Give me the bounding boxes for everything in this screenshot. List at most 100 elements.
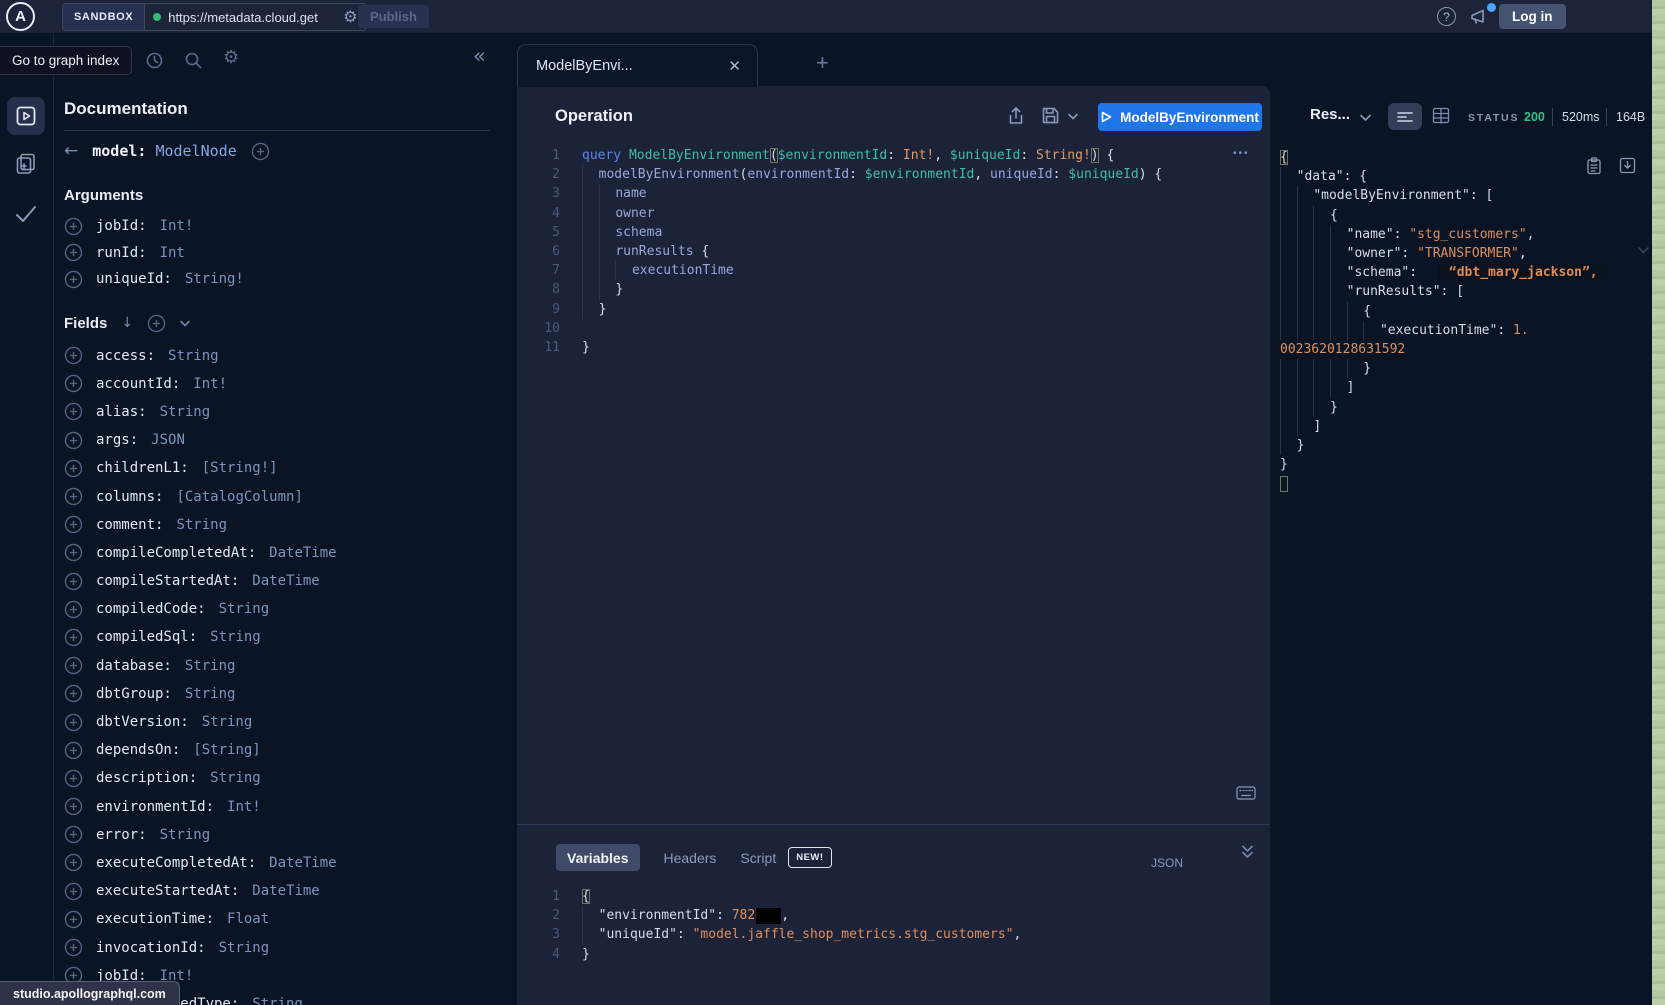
add-field-icon[interactable] [64,825,83,844]
connection-settings-gear-icon[interactable]: ⚙ [343,9,357,25]
field-row[interactable]: dbtVersion: String [64,708,505,736]
field-type[interactable]: String [219,601,270,617]
settings-gear-icon[interactable]: ⚙ [223,49,239,67]
field-type[interactable]: String [252,996,303,1005]
field-row[interactable]: dependsOn: [String] [64,736,505,764]
history-icon[interactable] [145,51,164,70]
help-icon[interactable]: ? [1437,7,1456,26]
add-field-icon[interactable] [64,882,83,901]
field-type[interactable]: Float [227,911,269,927]
argument-row[interactable]: uniqueId: String! [64,266,505,293]
field-row[interactable]: access: String [64,342,505,370]
add-field-icon[interactable] [64,346,83,365]
schema-rail-button[interactable] [13,151,39,177]
collapse-panel-icon[interactable]: « [473,44,486,68]
keyboard-shortcuts-icon[interactable] [1236,786,1256,800]
add-field-icon[interactable] [64,487,83,506]
field-row[interactable]: compileCompletedAt: DateTime [64,539,505,567]
field-type[interactable]: DateTime [269,855,336,871]
field-type[interactable]: String [185,658,236,674]
add-field-icon[interactable] [64,741,83,760]
login-button[interactable]: Log in [1499,4,1566,29]
field-row[interactable]: accountId: Int! [64,370,505,398]
new-tab-icon[interactable]: + [816,50,829,76]
field-row[interactable]: environmentId: Int! [64,793,505,821]
field-type[interactable]: DateTime [252,573,319,589]
explorer-rail-button[interactable] [7,97,45,135]
add-field-icon[interactable] [64,910,83,929]
field-row[interactable]: error: String [64,821,505,849]
add-field-icon[interactable] [64,797,83,816]
add-field-icon[interactable] [64,656,83,675]
tab-headers[interactable]: Headers [664,850,717,866]
field-row[interactable]: database: String [64,652,505,680]
field-row[interactable]: compileStartedAt: DateTime [64,567,505,595]
add-field-icon[interactable] [64,402,83,421]
add-field-icon[interactable] [64,572,83,591]
type-link[interactable]: ModelNode [155,142,236,160]
add-field-icon[interactable] [64,628,83,647]
field-type[interactable]: String! [185,271,244,287]
publish-button[interactable]: Publish [358,5,429,28]
field-row[interactable]: args: JSON [64,426,505,454]
field-type[interactable]: String [160,404,211,420]
tab-script[interactable]: Script [740,850,776,866]
field-row[interactable]: invocationId: String [64,933,505,961]
apollo-logo[interactable]: A [6,2,35,31]
variables-editor[interactable]: 1{2"environmentId": 782,3"uniqueId": "mo… [517,887,1270,964]
field-type[interactable]: Int! [227,799,261,815]
save-icon[interactable] [1041,106,1060,125]
close-tab-icon[interactable]: ✕ [728,57,757,75]
collapse-bottom-panel-icon[interactable] [1241,845,1254,859]
field-row[interactable]: description: String [64,764,505,792]
field-type[interactable]: String [202,714,253,730]
add-field-icon[interactable] [64,431,83,450]
field-row[interactable]: columns: [CatalogColumn] [64,482,505,510]
operation-tab[interactable]: ModelByEnvi... ✕ [517,44,758,87]
response-chevron-icon[interactable] [1360,114,1371,122]
field-type[interactable]: Int [160,245,185,261]
field-type[interactable]: JSON [151,432,185,448]
field-row[interactable]: childrenL1: [String!] [64,454,505,482]
field-type[interactable]: [String] [193,742,260,758]
endpoint-url-input[interactable]: https://metadata.cloud.get [168,10,336,25]
chevron-down-icon[interactable] [180,320,190,327]
field-type[interactable]: Int! [160,218,194,234]
add-field-icon[interactable] [64,217,83,236]
add-field-icon[interactable] [64,459,83,478]
argument-row[interactable]: jobId: Int! [64,213,505,240]
field-type[interactable]: String [176,517,227,533]
field-row[interactable]: executionTime: Float [64,905,505,933]
tree-view-toggle[interactable] [1388,103,1422,130]
field-type[interactable]: String [210,770,261,786]
add-all-fields-icon[interactable] [251,142,270,161]
share-icon[interactable] [1006,106,1026,126]
field-row[interactable]: executeStartedAt: DateTime [64,877,505,905]
field-type[interactable]: String [219,940,270,956]
field-type[interactable]: String [185,686,236,702]
response-json-viewer[interactable]: {"data": {"modelByEnvironment": [{"name"… [1280,148,1650,493]
add-field-icon[interactable] [64,938,83,957]
field-type[interactable]: DateTime [269,545,336,561]
add-field-icon[interactable] [64,243,83,262]
add-fields-icon[interactable] [147,314,166,333]
field-row[interactable]: compiledSql: String [64,623,505,651]
field-type[interactable]: [String!] [202,460,278,476]
add-field-icon[interactable] [64,515,83,534]
tab-variables[interactable]: Variables [556,844,640,871]
field-type[interactable]: DateTime [252,883,319,899]
add-field-icon[interactable] [64,684,83,703]
add-field-icon[interactable] [64,769,83,788]
save-options-chevron-icon[interactable] [1068,113,1078,120]
add-field-icon[interactable] [64,270,83,289]
add-field-icon[interactable] [64,374,83,393]
field-type[interactable]: [CatalogColumn] [176,489,302,505]
add-field-icon[interactable] [64,853,83,872]
field-row[interactable]: dbtGroup: String [64,680,505,708]
field-row[interactable]: comment: String [64,511,505,539]
add-field-icon[interactable] [64,713,83,732]
table-view-toggle[interactable] [1432,107,1450,124]
search-icon[interactable] [184,51,203,70]
back-arrow-icon[interactable]: ← [64,141,78,161]
run-operation-button[interactable]: ModelByEnvironment [1098,103,1262,131]
